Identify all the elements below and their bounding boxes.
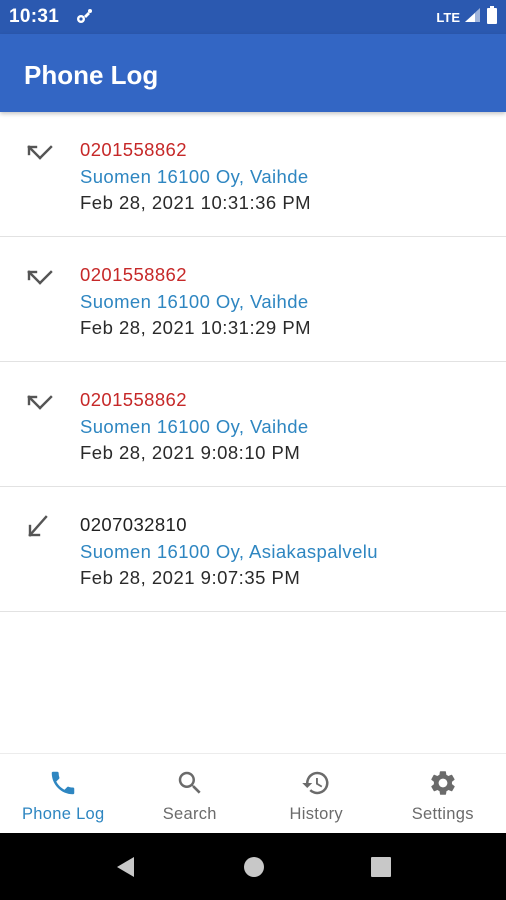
gear-icon xyxy=(428,768,458,798)
home-button[interactable] xyxy=(242,855,266,879)
phone-log-screen: 10:31 LTE Phone Log 0201558862 Suomen 16… xyxy=(0,0,506,900)
app-bar: Phone Log xyxy=(0,34,506,112)
status-time: 10:31 xyxy=(9,6,60,27)
call-timestamp: Feb 28, 2021 9:07:35 PM xyxy=(80,567,301,588)
nav-label-history: History xyxy=(289,805,343,823)
missed-call-icon xyxy=(24,390,54,416)
nav-tab-history[interactable]: History xyxy=(253,754,380,834)
nav-label-settings: Settings xyxy=(411,805,474,823)
call-number: 0201558862 xyxy=(80,264,187,285)
call-log-item[interactable]: 0201558862 Suomen 16100 Oy, Vaihde Feb 2… xyxy=(0,112,506,237)
search-icon xyxy=(175,768,205,798)
call-log-item[interactable]: 0201558862 Suomen 16100 Oy, Vaihde Feb 2… xyxy=(0,237,506,362)
call-number: 0207032810 xyxy=(80,514,187,535)
notification-icon xyxy=(74,8,94,26)
signal-icon xyxy=(464,7,482,28)
nav-tab-search[interactable]: Search xyxy=(127,754,254,834)
page-title: Phone Log xyxy=(24,60,159,90)
nav-label-search: Search xyxy=(162,805,217,823)
nav-tab-phone-log[interactable]: Phone Log xyxy=(0,754,127,834)
call-number: 0201558862 xyxy=(80,389,187,410)
recents-button[interactable] xyxy=(369,855,393,879)
call-contact-name: Suomen 16100 Oy, Vaihde xyxy=(80,291,309,312)
call-timestamp: Feb 28, 2021 10:31:36 PM xyxy=(80,192,312,213)
missed-call-icon xyxy=(24,265,54,291)
call-log-list: 0201558862 Suomen 16100 Oy, Vaihde Feb 2… xyxy=(0,112,506,612)
call-contact-name: Suomen 16100 Oy, Vaihde xyxy=(80,416,309,437)
battery-icon xyxy=(486,5,498,29)
call-log-item[interactable]: 0207032810 Suomen 16100 Oy, Asiakaspalve… xyxy=(0,487,506,612)
call-contact-name: Suomen 16100 Oy, Vaihde xyxy=(80,166,309,187)
call-log-item[interactable]: 0201558862 Suomen 16100 Oy, Vaihde Feb 2… xyxy=(0,362,506,487)
history-icon xyxy=(301,768,331,798)
call-timestamp: Feb 28, 2021 9:08:10 PM xyxy=(80,442,301,463)
network-type: LTE xyxy=(436,9,460,25)
status-right: LTE xyxy=(436,5,498,29)
nav-tab-settings[interactable]: Settings xyxy=(380,754,506,834)
bottom-navigation: Phone Log Search History Settings xyxy=(0,753,506,834)
call-number: 0201558862 xyxy=(80,139,187,160)
call-contact-name: Suomen 16100 Oy, Asiakaspalvelu xyxy=(80,541,378,562)
call-timestamp: Feb 28, 2021 10:31:29 PM xyxy=(80,317,312,338)
status-bar: 10:31 LTE xyxy=(0,0,506,34)
back-button[interactable] xyxy=(114,855,138,879)
system-navigation-bar xyxy=(0,833,506,900)
phone-icon xyxy=(48,768,78,798)
missed-call-icon xyxy=(24,140,54,166)
incoming-call-icon xyxy=(24,515,54,541)
nav-label-phone-log: Phone Log xyxy=(21,805,105,823)
